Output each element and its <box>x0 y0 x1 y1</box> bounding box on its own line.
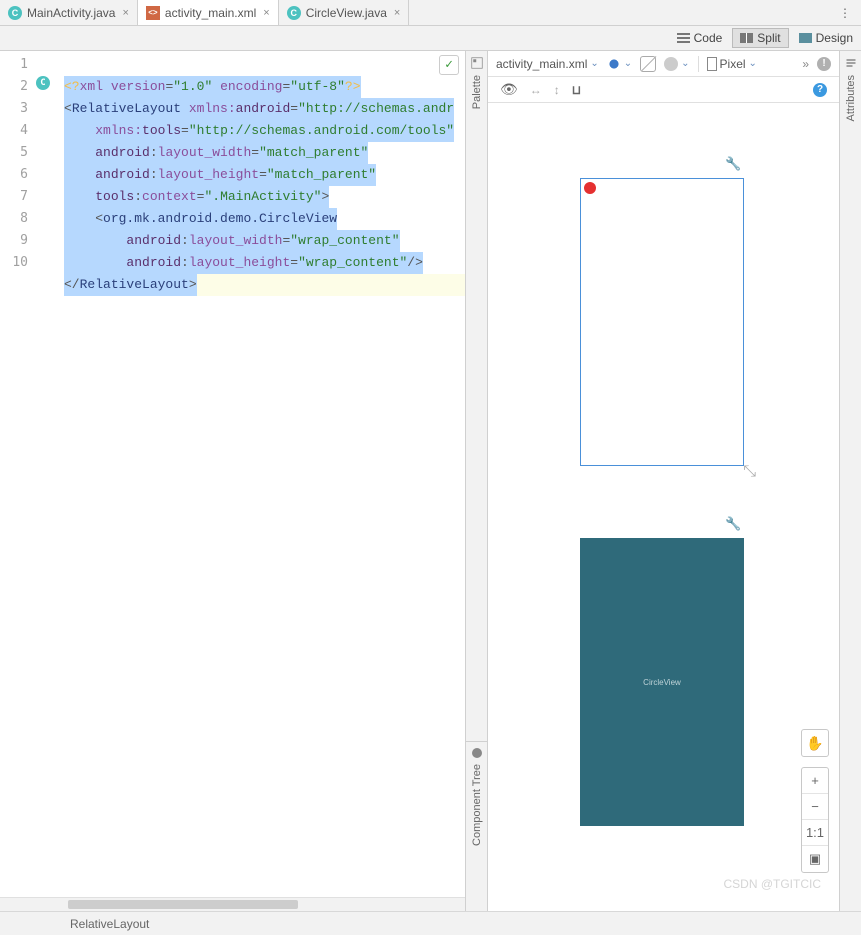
marker-gutter: C <box>34 51 58 897</box>
preview-toolbar-top: activity_main.xml ⌄ ⌄ ⌄ Pixel <box>488 51 839 77</box>
editor-tabs: C MainActivity.java × <> activity_main.x… <box>0 0 861 26</box>
watermark-text: CSDN @TGITCIC <box>723 877 821 891</box>
device-icon <box>707 57 717 71</box>
close-icon[interactable]: × <box>263 7 269 19</box>
code-text-area[interactable]: <?xml version="1.0" encoding="utf-8"?><R… <box>58 51 465 897</box>
warnings-indicator[interactable]: ! <box>817 57 831 71</box>
layout-preview-pane: activity_main.xml ⌄ ⌄ ⌄ Pixel <box>488 51 839 911</box>
preview-canvas[interactable]: 🔧 ⤡ 🔧 CircleView ✋ + − <box>488 103 839 911</box>
palette-icon <box>471 57 483 69</box>
main-split: 12345678910 C <?xml version="1.0" encodi… <box>0 51 861 911</box>
layers-icon <box>607 57 621 71</box>
pan-button[interactable]: ✋ <box>801 729 829 757</box>
help-button[interactable]: ? <box>813 83 827 97</box>
xml-icon: <> <box>146 6 160 20</box>
theme-icon <box>664 57 678 71</box>
arrows-horizontal-icon[interactable]: ↔ <box>530 83 542 97</box>
zoom-reset-button[interactable]: 1:1 <box>802 820 828 846</box>
resize-grip-icon[interactable]: ⤡ <box>743 463 756 481</box>
zoom-in-button[interactable]: + <box>802 768 828 794</box>
view-design-button[interactable]: Design <box>791 28 861 48</box>
validation-ok-icon[interactable]: ✓ <box>439 55 459 75</box>
tab-label: activity_main.xml <box>165 6 256 20</box>
design-icon <box>799 33 812 43</box>
wrench-icon[interactable]: 🔧 <box>725 156 741 172</box>
chevron-down-icon: ⌄ <box>624 58 632 69</box>
wrench-icon[interactable]: 🔧 <box>725 516 741 532</box>
visibility-toggle[interactable]: 👁 <box>500 81 518 98</box>
split-icon <box>740 33 753 43</box>
tab-activity-main[interactable]: <> activity_main.xml × <box>138 0 279 25</box>
magnet-icon[interactable]: ⊔ <box>572 83 581 97</box>
code-icon <box>677 33 690 43</box>
device-surface[interactable] <box>580 178 744 466</box>
chevron-down-icon: ⌄ <box>749 58 757 69</box>
status-bar: RelativeLayout <box>0 911 861 935</box>
tabs-overflow-button[interactable]: ⋮ <box>829 0 861 25</box>
file-dropdown[interactable]: activity_main.xml ⌄ <box>496 57 599 71</box>
theme-dropdown[interactable]: ⌄ <box>664 57 689 71</box>
orientation-button[interactable] <box>640 56 656 72</box>
view-split-button[interactable]: Split <box>732 28 788 48</box>
orientation-icon <box>640 56 656 72</box>
chevron-down-icon: ⌄ <box>590 58 598 69</box>
tab-label: MainActivity.java <box>27 6 115 20</box>
preview-toolbar-secondary: 👁 ↔ ↕ ⊔ ? <box>488 77 839 103</box>
class-icon: C <box>8 6 22 20</box>
tree-icon <box>472 748 482 758</box>
blueprint-label: CircleView <box>643 678 681 687</box>
device-dropdown[interactable]: Pixel ⌄ <box>707 57 757 71</box>
view-mode-toolbar: Code Split Design <box>0 26 861 51</box>
attributes-tab[interactable]: Attributes <box>839 51 861 911</box>
zoom-out-button[interactable]: − <box>802 794 828 820</box>
attributes-icon <box>845 57 857 69</box>
line-number-gutter: 12345678910 <box>0 51 34 897</box>
code-editor-pane: 12345678910 C <?xml version="1.0" encodi… <box>0 51 466 911</box>
circleview-dot[interactable] <box>584 182 596 194</box>
editor-horizontal-scrollbar[interactable] <box>0 897 465 911</box>
class-marker-icon[interactable]: C <box>36 76 50 90</box>
design-surface-dropdown[interactable]: ⌄ <box>607 57 632 71</box>
component-tree-tab[interactable]: Component Tree <box>466 741 488 911</box>
tab-circleview[interactable]: C CircleView.java × <box>279 0 410 25</box>
chevron-down-icon: ⌄ <box>681 58 689 69</box>
close-icon[interactable]: × <box>122 7 128 19</box>
zoom-fit-button[interactable]: ▣ <box>802 846 828 872</box>
class-icon: C <box>287 6 301 20</box>
device-preview-light[interactable]: 🔧 ⤡ <box>580 178 744 466</box>
zoom-controls: ✋ + − 1:1 ▣ <box>801 729 829 873</box>
breadcrumb[interactable]: RelativeLayout <box>70 917 149 931</box>
tab-mainactivity[interactable]: C MainActivity.java × <box>0 0 138 25</box>
tab-label: CircleView.java <box>306 6 387 20</box>
view-code-button[interactable]: Code <box>669 28 731 48</box>
device-preview-blueprint[interactable]: 🔧 CircleView <box>580 538 744 826</box>
overflow-chevrons-icon[interactable]: » <box>802 57 809 71</box>
blueprint-surface[interactable]: CircleView <box>580 538 744 826</box>
close-icon[interactable]: × <box>394 7 400 19</box>
arrows-vertical-icon[interactable]: ↕ <box>554 83 560 97</box>
